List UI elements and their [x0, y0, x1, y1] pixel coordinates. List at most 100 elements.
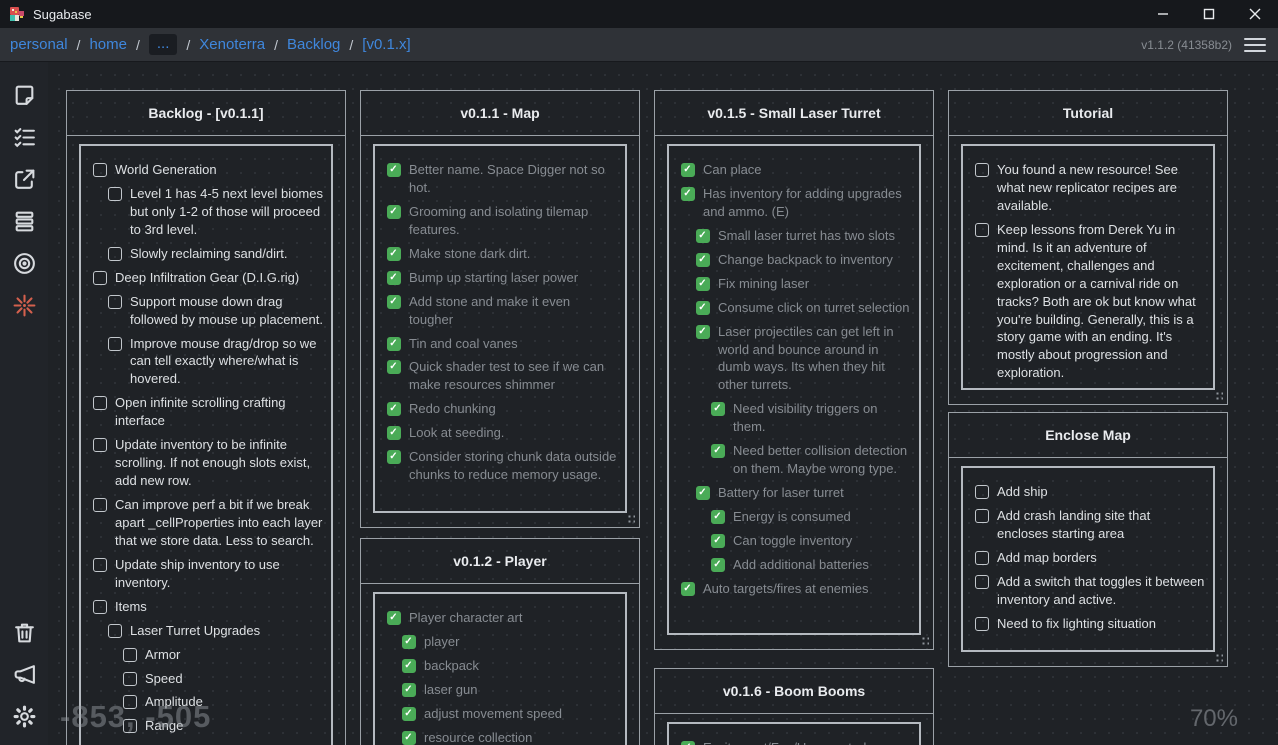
- breadcrumb-link[interactable]: ...: [148, 34, 178, 55]
- panel[interactable]: Enclose Map Add ship Add crash landing s…: [948, 412, 1228, 667]
- breadcrumb-link[interactable]: [v0.1.x]: [362, 36, 410, 53]
- checkbox[interactable]: [93, 270, 107, 285]
- board-canvas[interactable]: -853, -505 70% Backlog - [v0.1.1] World …: [48, 62, 1278, 745]
- breadcrumb-link[interactable]: Xenoterra: [199, 36, 265, 53]
- panel-header[interactable]: Enclose Map: [949, 413, 1227, 458]
- checkbox[interactable]: [387, 294, 401, 309]
- checkbox[interactable]: [123, 719, 137, 734]
- panel-header[interactable]: Tutorial: [949, 91, 1227, 136]
- breadcrumb-link[interactable]: personal: [10, 36, 68, 53]
- checkbox[interactable]: [123, 647, 137, 662]
- checkbox[interactable]: [93, 163, 107, 177]
- menu-icon[interactable]: [1244, 37, 1266, 52]
- checkbox[interactable]: [387, 402, 401, 417]
- checkbox[interactable]: [402, 706, 416, 721]
- resize-handle-icon[interactable]: [920, 635, 929, 646]
- resize-handle-icon[interactable]: [626, 513, 635, 524]
- checkbox[interactable]: [402, 682, 416, 697]
- checkbox[interactable]: [696, 228, 710, 243]
- close-button[interactable]: [1232, 0, 1278, 28]
- checklist-item-label: Need to fix lighting situation: [997, 615, 1156, 631]
- checkbox[interactable]: [108, 294, 122, 309]
- checkbox[interactable]: [123, 695, 137, 710]
- panel[interactable]: Backlog - [v0.1.1] World Generation Leve…: [66, 90, 346, 745]
- checkbox[interactable]: [711, 510, 725, 524]
- checkbox[interactable]: [387, 360, 401, 375]
- checkbox[interactable]: [696, 486, 710, 501]
- checklist-icon[interactable]: [11, 124, 37, 150]
- panel-body: You found a new resource! See what new r…: [961, 144, 1215, 390]
- megaphone-icon[interactable]: [11, 661, 37, 687]
- checkbox[interactable]: [387, 611, 401, 625]
- checkbox[interactable]: [387, 163, 401, 177]
- stack-icon[interactable]: [11, 208, 37, 234]
- panel[interactable]: v0.1.2 - Player Player character art pla…: [360, 538, 640, 745]
- checkbox[interactable]: [696, 324, 710, 339]
- checkbox[interactable]: [975, 574, 989, 589]
- checklist-item-label: Quick shader test to see if we can make …: [409, 359, 605, 393]
- checkbox[interactable]: [123, 671, 137, 686]
- checkbox[interactable]: [93, 438, 107, 453]
- note-icon[interactable]: [11, 82, 37, 108]
- target-icon[interactable]: [11, 250, 37, 276]
- checkbox[interactable]: [108, 623, 122, 638]
- checkbox[interactable]: [681, 163, 695, 177]
- settings-icon[interactable]: [11, 703, 37, 729]
- checkbox[interactable]: [975, 550, 989, 565]
- checkbox[interactable]: [696, 252, 710, 267]
- panel-header[interactable]: v0.1.5 - Small Laser Turret: [655, 91, 933, 136]
- checkbox[interactable]: [711, 557, 725, 572]
- checkbox[interactable]: [711, 402, 725, 417]
- resize-handle-icon[interactable]: [1214, 652, 1223, 663]
- panel-header[interactable]: v0.1.1 - Map: [361, 91, 639, 136]
- checklist-item: Open infinite scrolling crafting interfa…: [93, 394, 323, 430]
- checkbox[interactable]: [108, 336, 122, 351]
- checkbox[interactable]: [696, 276, 710, 291]
- panel-header[interactable]: Backlog - [v0.1.1]: [67, 91, 345, 136]
- checkbox[interactable]: [387, 450, 401, 465]
- checkbox[interactable]: [711, 444, 725, 459]
- checkbox[interactable]: [975, 616, 989, 631]
- checkbox[interactable]: [93, 498, 107, 512]
- panel[interactable]: v0.1.5 - Small Laser Turret Can place Ha…: [654, 90, 934, 650]
- checkbox[interactable]: [93, 599, 107, 614]
- checkbox[interactable]: [975, 163, 989, 177]
- checkbox[interactable]: [93, 557, 107, 572]
- checkbox[interactable]: [711, 533, 725, 548]
- checkbox[interactable]: [402, 658, 416, 673]
- checkbox[interactable]: [387, 426, 401, 441]
- panel-header[interactable]: v0.1.6 - Boom Booms: [655, 669, 933, 714]
- checklist-item-label: laser gun: [424, 681, 478, 697]
- checkbox[interactable]: [696, 300, 710, 315]
- checkbox[interactable]: [975, 222, 989, 237]
- panel-header[interactable]: v0.1.2 - Player: [361, 539, 639, 584]
- panel[interactable]: v0.1.6 - Boom Booms Excitement/Fun/Unexp…: [654, 668, 934, 745]
- share-icon[interactable]: [11, 166, 37, 192]
- maximize-button[interactable]: [1186, 0, 1232, 28]
- checkbox[interactable]: [681, 581, 695, 596]
- checkbox[interactable]: [108, 186, 122, 201]
- checkbox[interactable]: [681, 186, 695, 201]
- checkbox[interactable]: [681, 741, 695, 745]
- breadcrumb-link[interactable]: Backlog: [287, 36, 340, 53]
- checkbox[interactable]: [93, 396, 107, 411]
- resize-handle-icon[interactable]: [1214, 390, 1223, 401]
- panel[interactable]: Tutorial You found a new resource! See w…: [948, 90, 1228, 405]
- checkbox[interactable]: [402, 634, 416, 649]
- checkbox[interactable]: [387, 336, 401, 351]
- panel[interactable]: v0.1.1 - Map Better name. Space Digger n…: [360, 90, 640, 528]
- breadcrumb-separator: /: [274, 36, 279, 53]
- checkbox[interactable]: [387, 246, 401, 261]
- checkbox[interactable]: [108, 246, 122, 261]
- minimize-button[interactable]: [1140, 0, 1186, 28]
- checklist-item-label: Consider storing chunk data outside chun…: [409, 449, 617, 483]
- spark-icon[interactable]: [11, 292, 37, 318]
- checkbox[interactable]: [387, 270, 401, 285]
- checkbox[interactable]: [975, 485, 989, 499]
- checkbox[interactable]: [387, 204, 401, 219]
- checklist-item-label: Make stone dark dirt.: [409, 245, 531, 261]
- trash-icon[interactable]: [11, 619, 37, 645]
- checkbox[interactable]: [975, 508, 989, 523]
- checkbox[interactable]: [402, 730, 416, 745]
- breadcrumb-link[interactable]: home: [89, 36, 127, 53]
